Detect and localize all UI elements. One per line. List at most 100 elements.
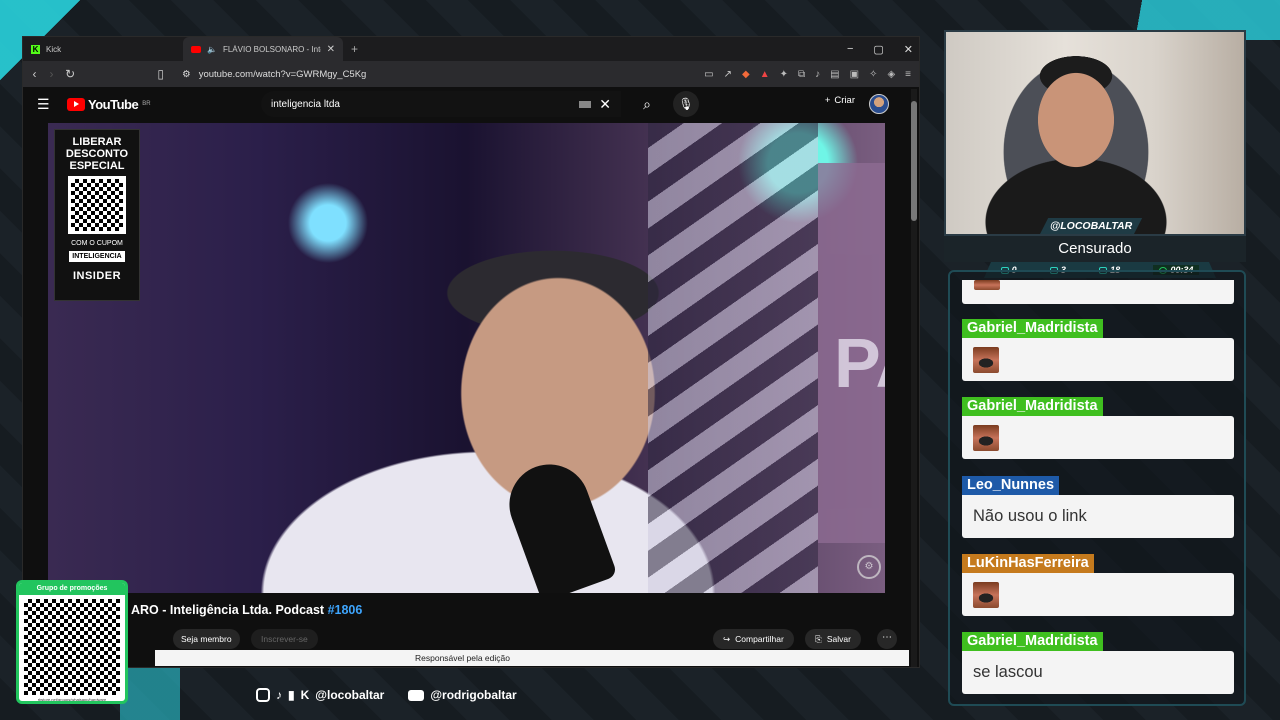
qr-header: Grupo de promoções — [19, 583, 125, 595]
save-button[interactable]: ⎘ Salvar — [805, 629, 861, 649]
social-handle-2: @rodrigobaltar — [430, 688, 517, 702]
share-label: Compartilhar — [735, 634, 784, 644]
subscribe-button[interactable]: Inscrever-se — [251, 629, 318, 649]
chat-username[interactable]: Gabriel_Madridista — [962, 397, 1103, 416]
save-label: Salvar — [826, 634, 851, 644]
instagram-icon — [256, 688, 270, 702]
youtube-header: ☰ YouTube BR inteligencia ltda ✕ ⌕ 🎙 + C… — [23, 87, 919, 121]
youtube-play-icon — [67, 97, 85, 111]
screen-icon[interactable]: ▭ — [704, 69, 713, 80]
minimize-icon[interactable]: − — [847, 43, 853, 55]
chat-message: Leo_Nunnes Não usou o link — [962, 476, 1234, 538]
window-controls: − ▢ ✕ — [847, 37, 913, 61]
tab-title: FLÁVIO BOLSONARO - Inteligência — [222, 44, 321, 54]
youtube-logo[interactable]: YouTube BR — [67, 97, 151, 112]
plus-icon: + — [824, 95, 831, 106]
vpn-icon[interactable]: ◈ — [887, 69, 895, 80]
chat-bubble — [962, 416, 1234, 459]
browser-window: K Kick 🔈 FLÁVIO BOLSONARO - Inteligência… — [22, 36, 920, 668]
forward-icon[interactable]: › — [48, 67, 55, 81]
back-icon[interactable]: ‹ — [31, 67, 38, 81]
chat-message: Gabriel_Madridista — [962, 397, 1234, 459]
chat-message: Gabriel_Madridista se lascou — [962, 632, 1234, 694]
share-page-icon[interactable]: ↗ — [724, 69, 732, 80]
chat-username[interactable]: Leo_Nunnes — [962, 476, 1060, 495]
emote — [974, 280, 1000, 290]
more-options-icon[interactable]: ⋯ — [877, 629, 897, 649]
keyboard-icon[interactable] — [579, 100, 592, 108]
tooltip: Responsável pela edição — [155, 650, 909, 666]
close-icon[interactable]: ✕ — [327, 44, 335, 55]
join-button[interactable]: Seja membro — [173, 629, 240, 649]
tab-youtube[interactable]: 🔈 FLÁVIO BOLSONARO - Inteligência ✕ — [183, 37, 343, 61]
close-window-icon[interactable]: ✕ — [904, 43, 913, 56]
chat-username[interactable]: Gabriel_Madridista — [962, 319, 1103, 338]
region-code: BR — [142, 100, 151, 107]
channel-watermark[interactable]: ⚙ — [857, 555, 881, 579]
kick-icon: K — [300, 688, 310, 702]
tab-title: Kick — [46, 44, 62, 54]
ai-icon[interactable]: ✧ — [869, 69, 877, 80]
search-icon[interactable]: ⌕ — [629, 91, 665, 117]
music-icon[interactable]: ♪ — [815, 69, 820, 80]
scrollbar[interactable] — [911, 89, 917, 667]
twitch-icon: ▮ — [288, 688, 295, 702]
chat-text: Não usou o link — [973, 507, 1087, 525]
youtube-wordmark: YouTube — [88, 96, 139, 112]
create-button[interactable]: + Criar — [825, 95, 855, 106]
scrollbar-thumb[interactable] — [911, 101, 917, 221]
promo-qr-overlay: Grupo de promoções rbstore.net/groups/wh… — [16, 580, 128, 704]
url-field[interactable]: ⚙ youtube.com/watch?v=GWRMgy_C5Kg — [174, 65, 694, 83]
video-title: ARO - Inteligência Ltda. Podcast #1806 — [131, 603, 363, 617]
rewards-icon[interactable]: ▲ — [760, 69, 770, 80]
menu-icon[interactable]: ≡ — [905, 69, 911, 80]
site-info-icon[interactable]: ⚙ — [182, 69, 191, 80]
hashtag-link[interactable]: #1806 — [328, 603, 363, 617]
create-label: Criar — [834, 95, 855, 106]
bookmark-icon[interactable]: ▯ — [157, 67, 164, 81]
share-button[interactable]: ↪ Compartilhar — [713, 629, 794, 649]
maximize-icon[interactable]: ▢ — [873, 43, 883, 56]
youtube-icon — [408, 689, 425, 701]
chat-bubble: Não usou o link — [962, 495, 1234, 538]
chat-bubble: se lascou — [962, 651, 1234, 694]
new-tab-button[interactable]: + — [343, 42, 366, 56]
social-handles: ♪ ▮ K @locobaltar @rodrigobaltar — [256, 688, 517, 702]
speaker-icon: 🔈 — [207, 44, 217, 54]
sidebar-icon[interactable]: ▤ — [830, 69, 839, 80]
chat-message: Gabriel_Madridista — [962, 319, 1234, 381]
promo-coupon: INTELIGENCIA — [69, 251, 125, 262]
avatar[interactable] — [869, 94, 889, 114]
striped-sign — [648, 123, 818, 593]
share-icon: ↪ — [723, 634, 731, 644]
bookmark-save-icon: ⎘ — [815, 634, 822, 644]
stream-status: Censurado — [944, 236, 1246, 262]
tab-bar: K Kick 🔈 FLÁVIO BOLSONARO - Inteligência… — [23, 37, 919, 61]
reload-icon[interactable]: ↻ — [65, 67, 75, 81]
qr-code — [68, 176, 126, 234]
promo-title: LIBERAR DESCONTO ESPECIAL — [65, 136, 129, 172]
stop-sign: PA — [818, 163, 885, 543]
clear-search-icon[interactable]: ✕ — [599, 96, 611, 113]
brave-shield-icon[interactable]: ◆ — [742, 69, 750, 80]
chat-bubble — [962, 573, 1234, 616]
chat-username[interactable]: Gabriel_Madridista — [962, 632, 1103, 651]
youtube-icon — [191, 45, 201, 53]
url-text: youtube.com/watch?v=GWRMgy_C5Kg — [198, 68, 367, 80]
chat-panel: Gabriel_Madridista Gabriel_Madridista Le… — [948, 270, 1246, 706]
microphone-icon[interactable]: 🎙 — [673, 91, 699, 117]
extension-icon[interactable]: ✦ — [780, 69, 788, 80]
webcam-feed — [944, 30, 1246, 236]
translate-icon[interactable]: ⧉ — [798, 69, 805, 80]
social-handle-1: @locobaltar — [315, 688, 385, 702]
wallet-icon[interactable]: ▣ — [850, 69, 859, 80]
video-player[interactable]: PA LIBERAR DESCONTO ESPECIAL COM O CUPOM… — [48, 123, 885, 593]
hamburger-menu-icon[interactable]: ☰ — [37, 96, 59, 113]
qr-url: rbstore.net/groups/whatsapp/hardware — [37, 697, 107, 702]
chat-username[interactable]: LuKinHasFerreira — [962, 554, 1094, 573]
chat-message: LuKinHasFerreira — [962, 554, 1234, 616]
address-bar: ‹ › ↻ ▯ ⚙ youtube.com/watch?v=GWRMgy_C5K… — [23, 61, 919, 87]
search-value: inteligencia ltda — [271, 98, 340, 110]
search-input[interactable]: inteligencia ltda ✕ — [261, 91, 621, 117]
tab-kick[interactable]: K Kick — [23, 37, 183, 61]
